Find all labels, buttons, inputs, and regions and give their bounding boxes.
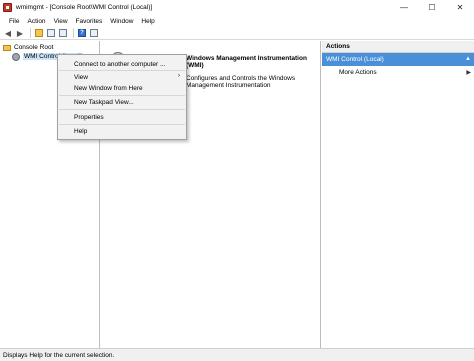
action-pane-icon [90, 29, 98, 37]
wmi-icon [12, 52, 20, 61]
more-actions-label: More Actions [339, 68, 377, 76]
toolbar: ◀ ▶ ? [0, 27, 474, 40]
actions-section-wmi-control[interactable]: WMI Control (Local) ▲ [322, 53, 474, 66]
window-controls: — ☐ ✕ [390, 0, 474, 15]
action-pane-button[interactable] [89, 28, 99, 38]
toolbar-separator [30, 28, 31, 38]
folder-up-icon [35, 29, 43, 37]
menu-item-view[interactable]: View [74, 72, 88, 82]
menu-item-connect[interactable]: Connect to another computer ... [74, 59, 165, 69]
more-actions-item[interactable]: More Actions ▶ [322, 66, 474, 78]
actions-header: Actions [322, 41, 474, 53]
close-button[interactable]: ✕ [446, 0, 474, 15]
status-bar: Displays Help for the current selection. [0, 348, 474, 361]
submenu-arrow-icon: ▶ [466, 70, 471, 76]
menu-separator [59, 124, 185, 125]
forward-icon[interactable]: ▶ [15, 28, 25, 38]
menu-separator [59, 70, 185, 71]
menu-file[interactable]: File [9, 18, 19, 25]
submenu-arrow-icon: › [178, 73, 180, 79]
help-icon: ? [78, 29, 86, 37]
menu-item-help[interactable]: Help [74, 126, 87, 136]
show-hide-tree-button[interactable] [46, 28, 56, 38]
collapse-arrow-icon[interactable]: ▲ [465, 56, 471, 62]
export-list-icon [59, 29, 67, 37]
menu-view[interactable]: View [54, 18, 68, 25]
up-folder-button[interactable] [34, 28, 44, 38]
menu-item-new-taskpad[interactable]: New Taskpad View... [74, 97, 134, 107]
menu-item-properties[interactable]: Properties [74, 112, 104, 122]
actions-pane: Actions WMI Control (Local) ▲ More Actio… [322, 41, 474, 348]
context-menu: Connect to another computer ... View › N… [57, 54, 187, 140]
menu-favorites[interactable]: Favorites [76, 18, 103, 25]
tree-item-console-root[interactable]: Console Root [3, 43, 53, 52]
folder-icon [3, 44, 11, 51]
minimize-button[interactable]: — [390, 0, 418, 15]
back-icon[interactable]: ◀ [3, 28, 13, 38]
title-bar: wmimgmt - [Console Root\WMI Control (Loc… [0, 0, 474, 15]
menu-separator [59, 109, 185, 110]
menu-bar: File Action View Favorites Window Help [0, 15, 474, 27]
maximize-button[interactable]: ☐ [418, 0, 446, 15]
menu-item-new-window[interactable]: New Window from Here [74, 83, 143, 93]
app-icon [3, 3, 12, 12]
page-description: Configures and Controls the Windows Mana… [186, 75, 296, 89]
menu-separator [59, 95, 185, 96]
toolbar-separator [73, 28, 74, 38]
help-button[interactable]: ? [77, 28, 87, 38]
menu-window[interactable]: Window [110, 18, 133, 25]
page-title: Windows Management Instrumentation (WMI) [186, 55, 307, 69]
export-list-button[interactable] [58, 28, 68, 38]
actions-section-label: WMI Control (Local) [326, 56, 384, 63]
status-text: Displays Help for the current selection. [3, 351, 115, 359]
menu-help[interactable]: Help [141, 18, 154, 25]
console-tree-icon [47, 29, 55, 37]
window-title: wmimgmt - [Console Root\WMI Control (Loc… [16, 4, 153, 11]
tree-item-label: Console Root [14, 44, 54, 51]
menu-action[interactable]: Action [27, 18, 45, 25]
